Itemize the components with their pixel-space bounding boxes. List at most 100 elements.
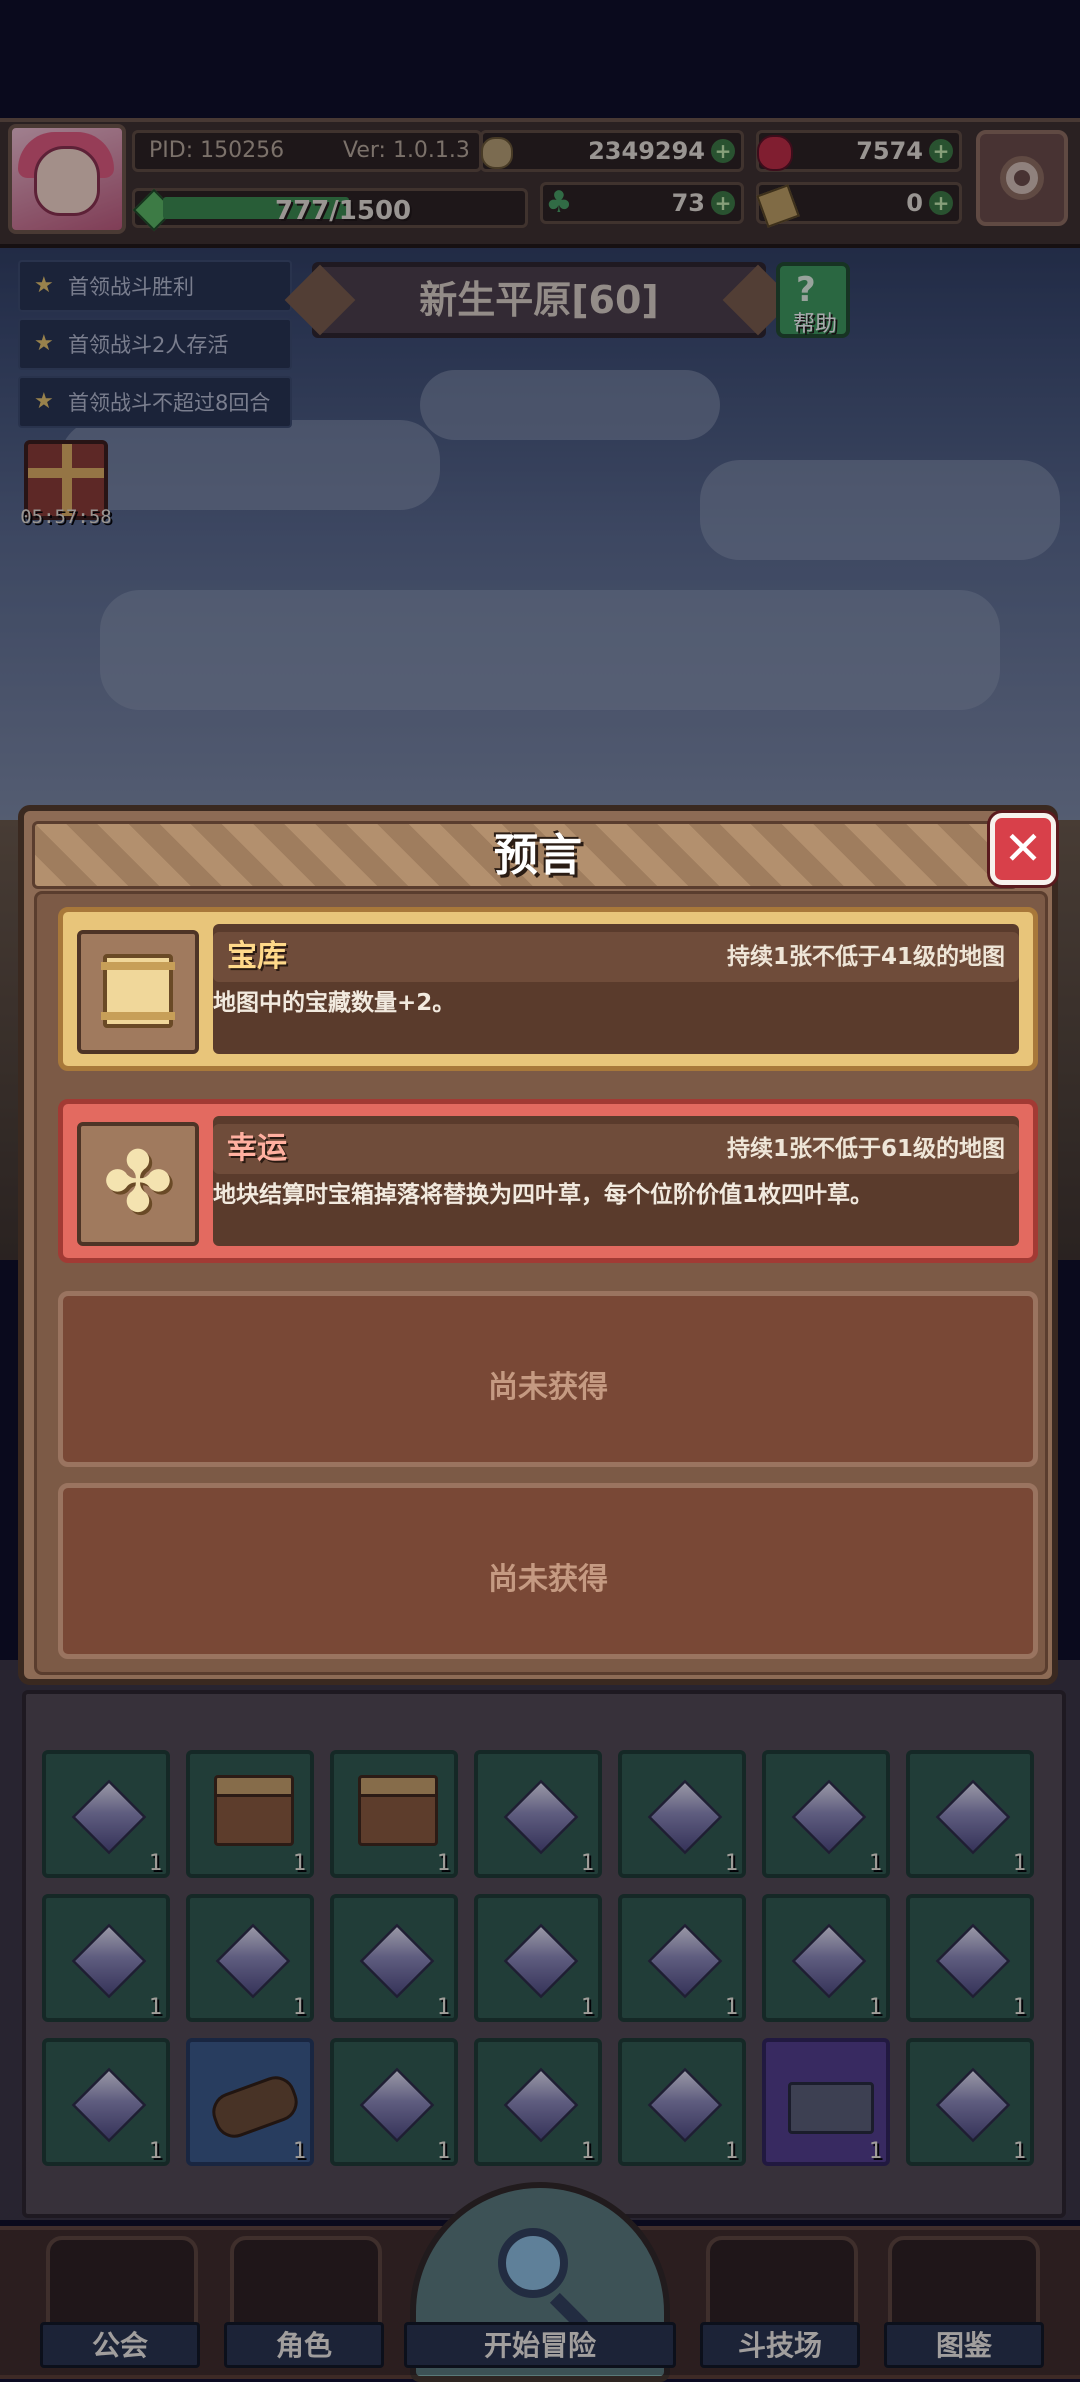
item-count: 1 [868,1851,882,1876]
nav-label-guild: 公会 [40,2322,200,2368]
empty-prophecy-slot: 尚未获得 [58,1483,1038,1659]
inventory-slot[interactable]: 1 [906,1750,1034,1878]
berry-icon [757,135,793,171]
inventory-slot[interactable]: 1 [618,2038,746,2166]
nav-label-character: 角色 [224,2322,384,2368]
add-clover-button[interactable]: + [711,191,735,215]
gem-icon [503,1779,579,1855]
inventory-slot[interactable]: 1 [906,1894,1034,2022]
pid-version-box: PID: 150256 Ver: 1.0.1.3 [132,130,482,172]
gem-icon [71,2067,147,2143]
gem-icon [647,1779,723,1855]
item-count: 1 [724,1995,738,2020]
item-count: 1 [580,2139,594,2164]
inventory-slot[interactable]: 1 [474,1750,602,1878]
add-ticket-button[interactable]: + [929,191,953,215]
item-count: 1 [868,2139,882,2164]
inventory-slot[interactable]: 1 [42,1894,170,2022]
gem-icon [503,1923,579,1999]
prophecy-name: 幸运 [227,1131,287,1166]
inventory-slot[interactable]: 1 [186,2038,314,2166]
prophecy-description: 地块结算时宝箱掉落将替换为四叶草，每个位阶价值1枚四叶草。 [213,1182,874,1208]
inventory-slot[interactable]: 1 [330,2038,458,2166]
nav-label-codex: 图鉴 [884,2322,1044,2368]
inventory-slot[interactable]: 1 [762,1894,890,2022]
inventory-slot[interactable]: 1 [762,1750,890,1878]
prophecy-card[interactable]: ✤ 幸运 持续1张不低于61级的地图 地块结算时宝箱掉落将替换为四叶草，每个位阶… [58,1099,1038,1263]
item-count: 1 [436,1851,450,1876]
gem-icon [935,1779,1011,1855]
star-icon: ★ [34,389,54,414]
item-count: 1 [292,2139,306,2164]
inventory-slot[interactable]: 1 [42,2038,170,2166]
close-button[interactable]: ✕ [990,813,1056,885]
inventory-slot[interactable]: 1 [186,1894,314,2022]
quest-item[interactable]: ★ 首领战斗胜利 [18,260,292,312]
inventory-slot[interactable]: 1 [618,1750,746,1878]
prophecy-dialog: 预言 ✕ 宝库 持续1张不低于41级的地图 地图中的宝藏数量+2。 ✤ 幸运 持… [18,805,1058,1685]
quest-label: 首领战斗不超过8回合 [68,391,271,415]
gem-icon [71,1923,147,1999]
gift-timer: 05:57:58 [20,506,112,528]
prophecy-card[interactable]: 宝库 持续1张不低于41级的地图 地图中的宝藏数量+2。 [58,907,1038,1071]
log-icon [206,2070,304,2144]
scroll-icon [77,930,199,1054]
gem-icon [647,2067,723,2143]
prophecy-description: 地图中的宝藏数量+2。 [213,990,456,1016]
inventory-slot[interactable]: 1 [762,2038,890,2166]
add-gold-button[interactable]: + [711,139,735,163]
gem-icon [791,1779,867,1855]
inventory-slot[interactable]: 1 [474,2038,602,2166]
inventory-slot[interactable]: 1 [474,1894,602,2022]
item-count: 1 [148,2139,162,2164]
inventory-slot[interactable]: 1 [618,1894,746,2022]
crate-icon [788,2082,874,2134]
prophecy-duration: 持续1张不低于61级的地图 [726,1136,1005,1162]
xp-bar: 777/1500 [132,188,528,232]
add-berry-button[interactable]: + [929,139,953,163]
quest-item[interactable]: ★ 首领战斗2人存活 [18,318,292,370]
gem-icon [359,1923,435,1999]
inventory-slot[interactable]: 1 [330,1894,458,2022]
item-count: 1 [580,1851,594,1876]
nav-label-start-adventure: 开始冒险 [404,2322,676,2368]
quest-label: 首领战斗胜利 [68,275,194,299]
player-avatar[interactable] [8,124,126,234]
item-count: 1 [868,1995,882,2020]
chest-icon [358,1775,438,1846]
help-button[interactable]: ? 帮助 [776,262,850,338]
berry-box: 7574 + [756,130,962,172]
item-count: 1 [1012,2139,1026,2164]
empty-prophecy-slot: 尚未获得 [58,1291,1038,1467]
settings-button[interactable] [976,130,1068,226]
star-icon: ★ [34,331,54,356]
version-label: Ver: 1.0.1.3 [343,138,470,163]
ticket-box: 0 + [756,182,962,228]
gem-icon [647,1923,723,1999]
empty-slot-label: 尚未获得 [488,1562,608,1597]
stage-title: 新生平原[60] [312,262,766,338]
inventory-slot[interactable]: 1 [330,1750,458,1878]
gem-icon [503,2067,579,2143]
quest-label: 首领战斗2人存活 [68,333,229,357]
empty-slot-label: 尚未获得 [488,1370,608,1405]
xp-value: 777/1500 [275,196,412,226]
inventory-slot[interactable]: 1 [186,1750,314,1878]
dialog-title: 预言 [494,830,582,881]
item-count: 1 [580,1995,594,2020]
pid-label: PID: 150256 [149,138,285,163]
question-icon: ? [796,270,816,310]
prophecy-name: 宝库 [227,939,287,974]
inventory-slot[interactable]: 1 [906,2038,1034,2166]
status-bar-area [0,0,1080,120]
gem-icon [935,2067,1011,2143]
item-count: 1 [1012,1851,1026,1876]
clover-value: 73 [671,189,705,217]
inventory-slot[interactable]: 1 [42,1750,170,1878]
four-leaf-clover-icon: ✤ [77,1122,199,1246]
quest-item[interactable]: ★ 首领战斗不超过8回合 [18,376,292,428]
clover-icon: ♣ [545,185,573,220]
gem-icon [791,1923,867,1999]
item-count: 1 [724,2139,738,2164]
ticket-icon [756,184,800,228]
